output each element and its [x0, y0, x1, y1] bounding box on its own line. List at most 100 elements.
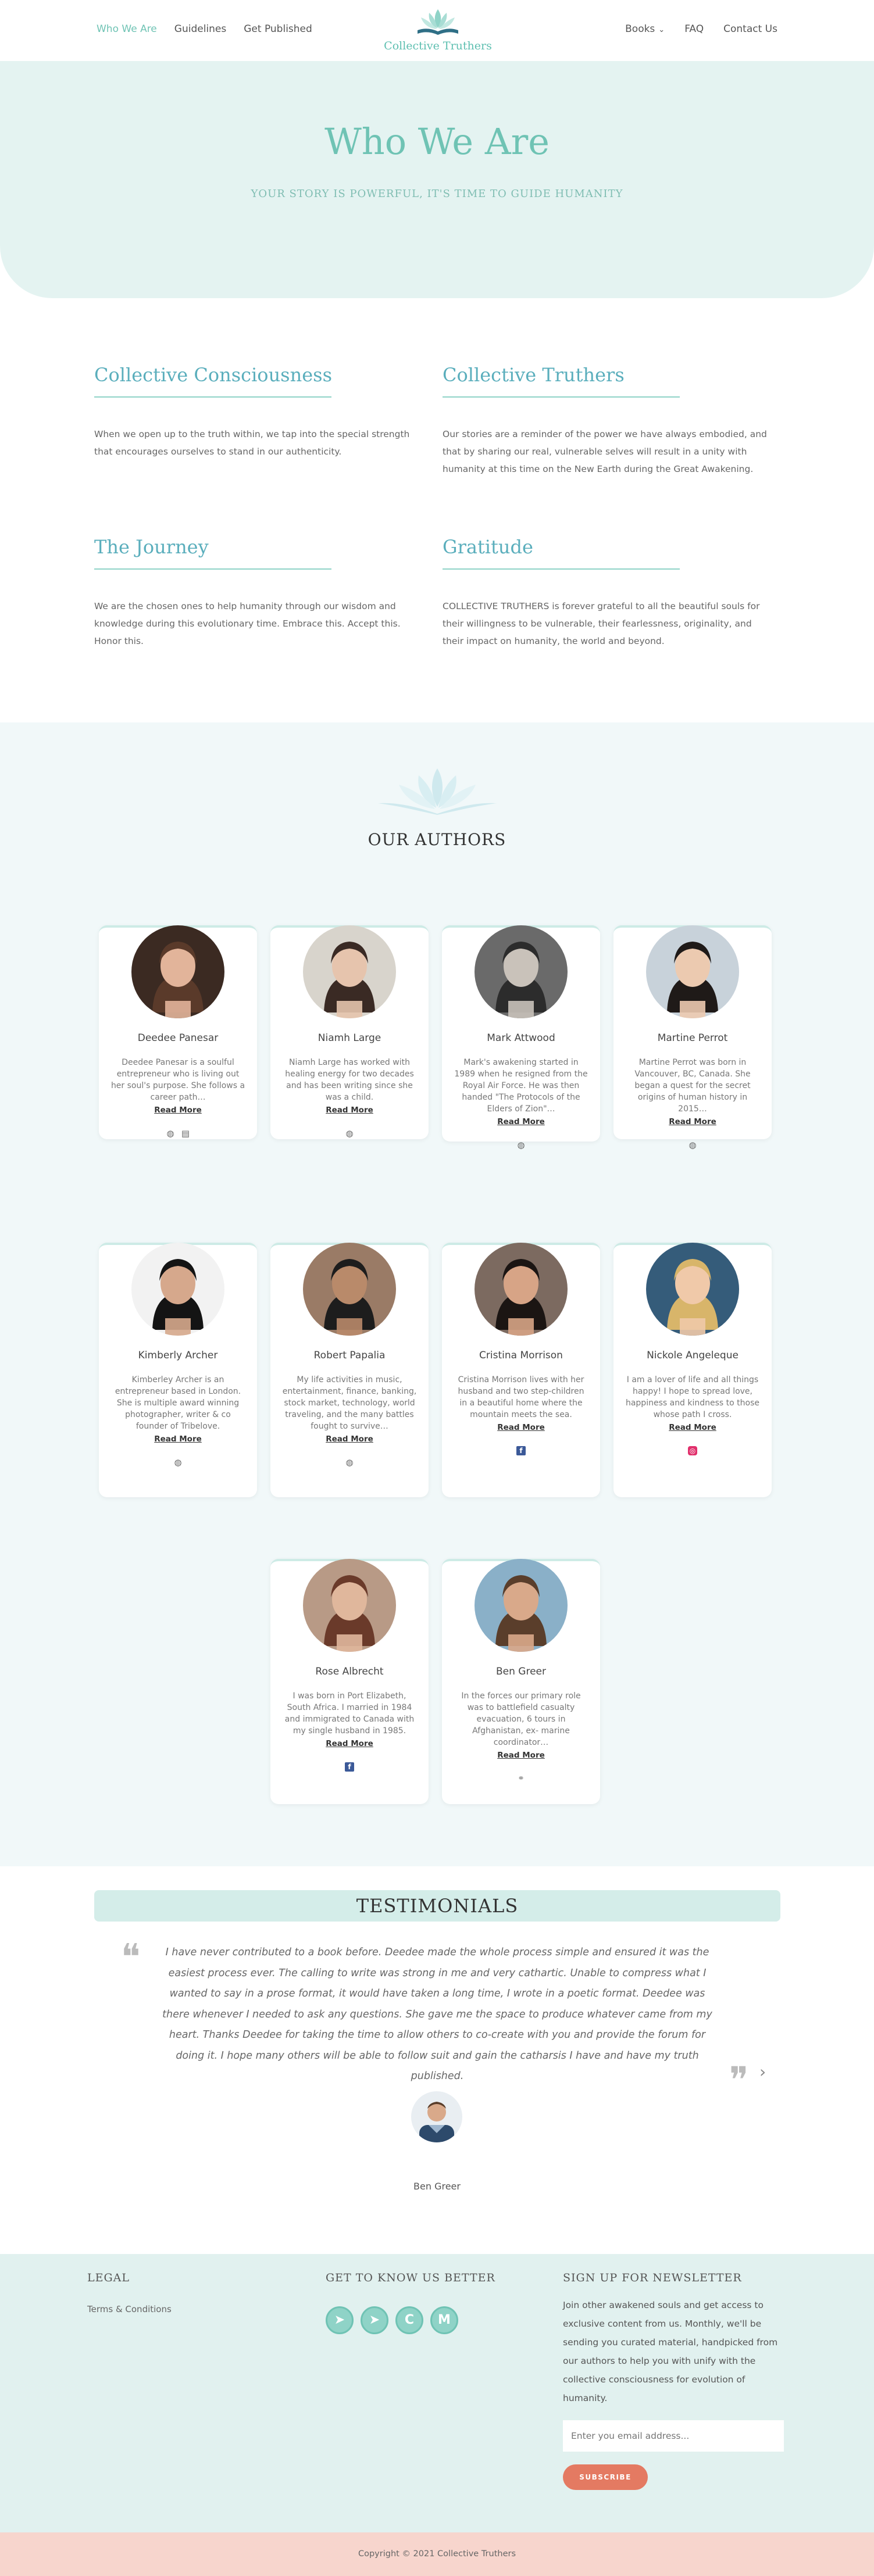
globe-icon[interactable]: ◍ — [345, 1458, 354, 1467]
about-text: When we open up to the truth within, we … — [94, 429, 410, 457]
social-links: ➤ ➤ C M — [326, 2306, 495, 2334]
author-card[interactable]: Deedee Panesar Deedee Panesar is a soulfu… — [99, 925, 257, 1139]
facebook-icon[interactable]: f — [516, 1446, 526, 1455]
testimonials-title: TESTIMONIALS — [356, 1895, 519, 1917]
globe-icon[interactable]: ◍ — [516, 1140, 526, 1150]
author-card[interactable]: Robert Papalia My life activities in musi… — [270, 1243, 429, 1497]
testimonial-avatar — [411, 2091, 462, 2142]
author-bio: Niamh Large has worked with healing ener… — [285, 1058, 414, 1102]
facebook-icon[interactable]: f — [345, 1762, 354, 1772]
author-bio: Deedee Panesar is a soulful entrepreneur… — [110, 1058, 245, 1102]
page: Who We Are Guidelines Get Published Coll… — [0, 0, 874, 2576]
nav-guidelines[interactable]: Guidelines — [174, 23, 226, 35]
about-heading: Collective Truthers — [443, 364, 625, 386]
read-more-link[interactable]: Read More — [613, 1117, 772, 1126]
book-icon[interactable]: ▤ — [181, 1129, 190, 1138]
author-name: Mark Attwood — [487, 1032, 555, 1044]
hero-subtitle: YOUR STORY IS POWERFUL, IT'S TIME TO GUI… — [251, 188, 623, 200]
author-card[interactable]: Cristina Morrison Cristina Morrison lives… — [442, 1243, 600, 1497]
globe-icon[interactable]: ◍ — [166, 1129, 175, 1138]
read-more-link[interactable]: Read More — [442, 1751, 600, 1760]
nav-books[interactable]: Books ⌄ — [625, 23, 665, 35]
read-more-link[interactable]: Read More — [99, 1434, 257, 1444]
author-name: Kimberly Archer — [138, 1350, 218, 1361]
author-bio: Martine Perrot was born in Vancouver, BC… — [634, 1058, 751, 1114]
read-more-link[interactable]: Read More — [270, 1739, 429, 1748]
nav-who-we-are[interactable]: Who We Are — [97, 23, 157, 35]
author-card[interactable]: Martine Perrot Martine Perrot was born in… — [613, 925, 772, 1150]
about-heading: The Journey — [94, 536, 209, 558]
nav-books-label: Books — [625, 23, 655, 35]
medium-icon[interactable]: M — [430, 2306, 458, 2334]
instagram-icon[interactable]: ◎ — [688, 1446, 697, 1455]
author-card[interactable]: Niamh Large Niamh Large has worked with h… — [270, 925, 429, 1139]
nav-contact-us[interactable]: Contact Us — [723, 23, 777, 35]
site-header: Who We Are Guidelines Get Published Coll… — [0, 0, 874, 61]
globe-icon[interactable]: ◍ — [345, 1129, 354, 1138]
read-more-link[interactable]: Read More — [613, 1423, 772, 1432]
author-social-icons: f — [442, 1446, 600, 1455]
author-card[interactable]: Rose Albrecht I was born in Port Elizabet… — [270, 1559, 429, 1804]
author-name: Ben Greer — [496, 1666, 546, 1677]
author-avatar — [303, 1559, 396, 1652]
terms-link[interactable]: Terms & Conditions — [87, 2304, 172, 2314]
author-bio: I am a lover of life and all things happ… — [625, 1375, 760, 1419]
lotus-icon — [378, 768, 497, 815]
author-card[interactable]: Kimberly Archer Kimberley Archer is an en… — [99, 1243, 257, 1497]
author-social-icons: ◍ — [613, 1140, 772, 1150]
author-card[interactable]: Mark Attwood Mark's awakening started in … — [442, 925, 600, 1150]
telegram-icon[interactable]: ➤ — [326, 2306, 354, 2334]
nav-faq[interactable]: FAQ — [684, 23, 704, 35]
globe-icon[interactable]: ◍ — [688, 1140, 697, 1150]
link-icon[interactable]: ⚭ — [516, 1774, 526, 1783]
footer-newsletter: SIGN UP FOR NEWSLETTER Join other awaken… — [563, 2271, 784, 2490]
author-social-icons: ◎ — [613, 1446, 772, 1455]
read-more-link[interactable]: Read More — [442, 1117, 600, 1126]
testimonial-quote: I have never contributed to a book befor… — [162, 1947, 712, 2082]
read-more-link[interactable]: Read More — [270, 1105, 429, 1115]
newsletter-text: Join other awakened souls and get access… — [563, 2300, 778, 2403]
chevron-down-icon: ⌄ — [658, 26, 665, 34]
quote-open-icon: ❝ — [121, 1935, 141, 1978]
copyright-bar: Copyright © 2021 Collective Truthers — [0, 2532, 874, 2576]
c-icon[interactable]: C — [395, 2306, 423, 2334]
read-more-link[interactable]: Read More — [270, 1434, 429, 1444]
newsletter-title: SIGN UP FOR NEWSLETTER — [563, 2271, 742, 2284]
author-card[interactable]: Nickole Angeleque I am a lover of life an… — [613, 1243, 772, 1497]
subscribe-button[interactable]: SUBSCRIBE — [563, 2464, 648, 2490]
author-card[interactable]: Ben Greer In the forces our primary role … — [442, 1559, 600, 1804]
author-name: Martine Perrot — [657, 1032, 728, 1044]
email-field[interactable] — [563, 2420, 784, 2452]
author-avatar — [131, 1243, 224, 1336]
globe-icon[interactable]: ◍ — [173, 1458, 183, 1467]
author-avatar — [646, 1243, 739, 1336]
heading-divider — [94, 396, 331, 398]
author-bio: Kimberley Archer is an entrepreneur base… — [115, 1375, 241, 1431]
authors-title: OUR AUTHORS — [368, 830, 506, 849]
author-name: Cristina Morrison — [479, 1350, 563, 1361]
author-bio: Mark's awakening started in 1989 when he… — [454, 1058, 588, 1114]
author-name: Robert Papalia — [313, 1350, 386, 1361]
author-bio: Cristina Morrison lives with her husband… — [458, 1375, 584, 1419]
site-logo[interactable]: Collective Truthers — [384, 7, 492, 57]
heading-divider — [443, 568, 680, 570]
author-avatar — [646, 925, 739, 1018]
about-block-consciousness: Collective Consciousness When we open up… — [94, 364, 420, 460]
read-more-link[interactable]: Read More — [99, 1105, 257, 1115]
author-avatar — [303, 1243, 396, 1336]
secondary-nav: Books ⌄ FAQ Contact Us — [625, 23, 777, 35]
legal-title: LEGAL — [87, 2271, 130, 2284]
quote-close-icon: ❞ — [729, 2059, 749, 2101]
nav-get-published[interactable]: Get Published — [244, 23, 312, 35]
author-social-icons: ◍ ▤ — [99, 1129, 257, 1138]
testimonials-header: TESTIMONIALS — [94, 1890, 780, 1922]
author-social-icons: ◍ — [99, 1458, 257, 1467]
read-more-link[interactable]: Read More — [442, 1423, 600, 1432]
author-name: Nickole Angeleque — [647, 1350, 739, 1361]
author-avatar — [475, 1559, 568, 1652]
author-bio: I was born in Port Elizabeth, South Afri… — [284, 1691, 415, 1736]
author-name: Deedee Panesar — [137, 1032, 219, 1044]
footer-legal: LEGAL Terms & Conditions — [87, 2271, 172, 2314]
chevron-right-icon[interactable]: › — [759, 2062, 766, 2081]
telegram-icon[interactable]: ➤ — [361, 2306, 388, 2334]
